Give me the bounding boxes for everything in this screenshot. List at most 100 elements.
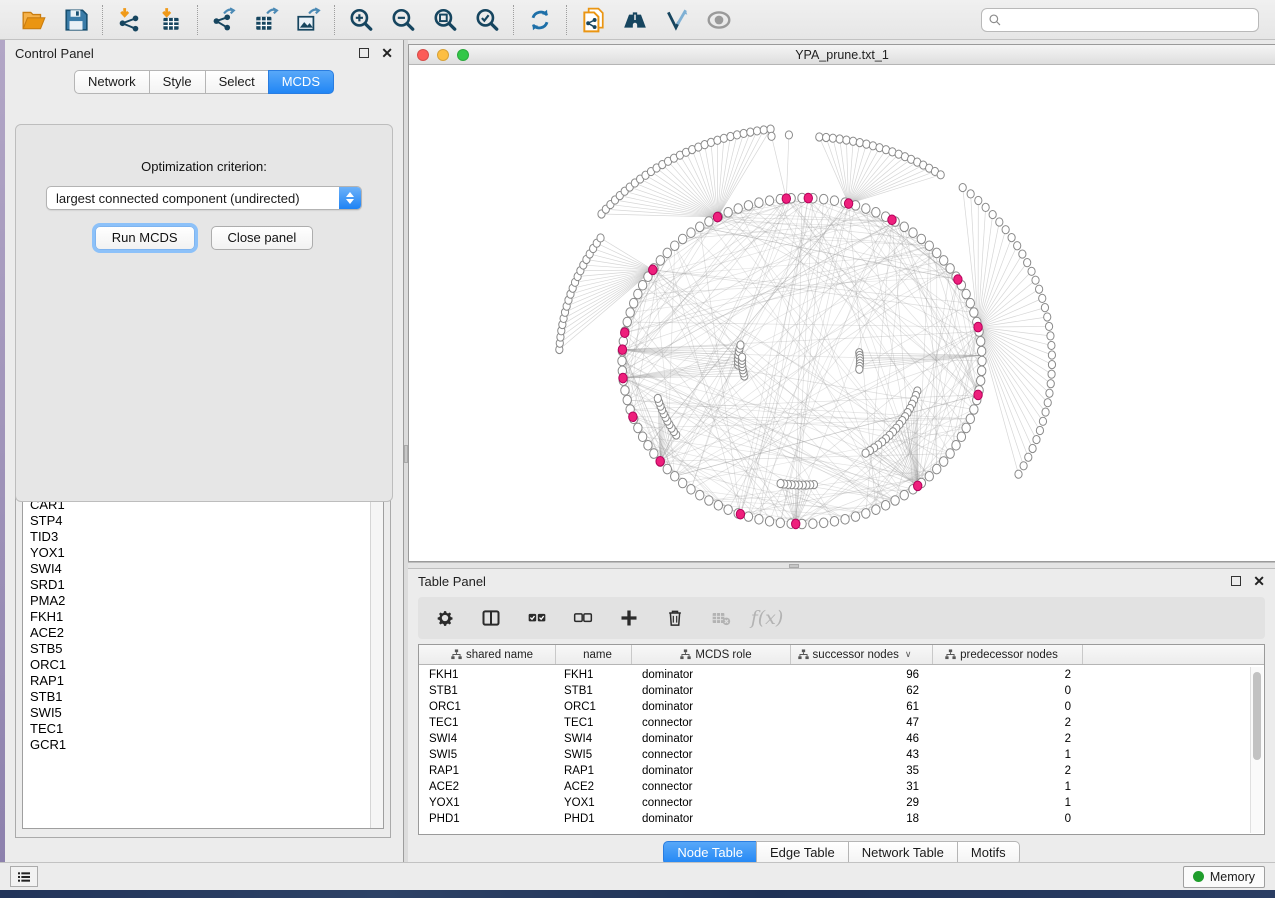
graph-node[interactable]: [696, 490, 704, 500]
scrollbar-thumb[interactable]: [1253, 672, 1261, 760]
float-panel-icon[interactable]: [359, 48, 369, 58]
mcds-result-list[interactable]: PHD1CAR1STP4TID3YOX1SWI4SRD1PMA2FKH1ACE2…: [23, 478, 370, 828]
import-network-icon[interactable]: [115, 6, 143, 34]
graph-node[interactable]: [809, 519, 817, 529]
graph-node[interactable]: [830, 517, 838, 527]
mcds-result-item[interactable]: PMA2: [30, 593, 370, 609]
table-row[interactable]: FKH1FKH1dominator962: [419, 667, 1264, 683]
mcds-result-item[interactable]: TID3: [30, 529, 370, 545]
open-session-icon[interactable]: [20, 6, 48, 34]
splitter-grip[interactable]: [404, 445, 408, 463]
graph-node[interactable]: [618, 356, 626, 366]
graph-node[interactable]: [634, 289, 642, 299]
mcds-result-item[interactable]: STB5: [30, 641, 370, 657]
graph-node[interactable]: [966, 414, 974, 424]
search-network-icon[interactable]: [621, 6, 649, 34]
graph-node[interactable]: [705, 217, 713, 227]
tab-style[interactable]: Style: [149, 70, 206, 94]
graph-node[interactable]: [739, 353, 746, 361]
graph-node[interactable]: [621, 386, 629, 396]
graph-node[interactable]: [1036, 426, 1043, 434]
graph-node[interactable]: [1044, 399, 1051, 407]
graph-node[interactable]: [957, 432, 965, 442]
graph-node[interactable]: [862, 509, 870, 519]
graph-node[interactable]: [638, 280, 646, 290]
mcds-result-item[interactable]: SRD1: [30, 577, 370, 593]
graph-node[interactable]: [836, 135, 843, 143]
graph-node[interactable]: [720, 134, 727, 142]
graph-node[interactable]: [862, 449, 869, 457]
graph-node[interactable]: [755, 514, 763, 524]
graph-node[interactable]: [654, 394, 661, 402]
graph-node[interactable]: [850, 137, 857, 145]
graph-node[interactable]: [638, 432, 646, 442]
graph-node[interactable]: [843, 136, 850, 144]
table-row[interactable]: PHD1PHD1dominator180: [419, 811, 1264, 827]
graph-node[interactable]: [900, 490, 908, 500]
export-table-icon[interactable]: [252, 6, 280, 34]
graph-node[interactable]: [970, 308, 978, 318]
graph-node[interactable]: [687, 485, 695, 495]
close-table-panel-icon[interactable]: ✕: [1253, 576, 1265, 586]
graph-hub-node[interactable]: [713, 212, 721, 222]
table-settings-gear-icon[interactable]: [434, 607, 456, 629]
run-mcds-button[interactable]: Run MCDS: [95, 226, 195, 250]
mcds-result-item[interactable]: STP4: [30, 513, 370, 529]
graph-node[interactable]: [1020, 462, 1027, 470]
graph-node[interactable]: [1036, 285, 1043, 293]
traffic-light-minimize[interactable]: [437, 49, 449, 61]
traffic-light-close[interactable]: [417, 49, 429, 61]
graph-node[interactable]: [744, 201, 752, 211]
graph-node[interactable]: [881, 501, 889, 511]
task-history-icon[interactable]: [10, 866, 38, 887]
table-row[interactable]: ACE2ACE2connector311: [419, 779, 1264, 795]
graph-node[interactable]: [1008, 233, 1015, 241]
vizmapper-icon[interactable]: [663, 6, 691, 34]
graph-node[interactable]: [925, 471, 933, 481]
graph-node[interactable]: [962, 423, 970, 433]
graph-node[interactable]: [678, 234, 686, 244]
graph-node[interactable]: [1015, 470, 1022, 478]
table-row[interactable]: RAP1RAP1dominator352: [419, 763, 1264, 779]
graph-node[interactable]: [727, 132, 734, 140]
graph-node[interactable]: [626, 308, 634, 318]
graph-node[interactable]: [663, 464, 671, 474]
graph-node[interactable]: [939, 457, 947, 467]
import-table-icon[interactable]: [157, 6, 185, 34]
tab-select[interactable]: Select: [205, 70, 269, 94]
graph-node[interactable]: [851, 512, 859, 522]
column-header-MCDS-role[interactable]: MCDS role: [632, 645, 791, 664]
graph-node[interactable]: [917, 234, 925, 244]
close-panel-button[interactable]: Close panel: [211, 226, 314, 250]
graph-node[interactable]: [966, 298, 974, 308]
column-header-predecessor-nodes[interactable]: predecessor nodes: [933, 645, 1083, 664]
graph-hub-node[interactable]: [649, 265, 657, 275]
graph-node[interactable]: [1048, 370, 1055, 378]
graph-node[interactable]: [1048, 360, 1055, 368]
graph-node[interactable]: [1029, 444, 1036, 452]
graph-node[interactable]: [970, 405, 978, 415]
graph-node[interactable]: [996, 218, 1003, 226]
graph-node[interactable]: [765, 517, 773, 527]
graph-node[interactable]: [819, 194, 827, 204]
zoom-out-icon[interactable]: [389, 6, 417, 34]
graph-node[interactable]: [733, 131, 740, 139]
graph-node[interactable]: [1044, 313, 1051, 321]
delete-column-icon[interactable]: [664, 607, 686, 629]
graph-hub-node[interactable]: [888, 215, 896, 225]
graph-node[interactable]: [959, 183, 966, 191]
graph-node[interactable]: [952, 441, 960, 451]
graph-node[interactable]: [977, 366, 985, 376]
graph-node[interactable]: [976, 376, 984, 386]
graph-node[interactable]: [1041, 304, 1048, 312]
graph-hub-node[interactable]: [618, 345, 626, 355]
graph-hub-node[interactable]: [844, 199, 852, 209]
apply-layout-icon[interactable]: [526, 6, 554, 34]
graph-hub-node[interactable]: [974, 390, 982, 400]
column-header-successor-nodes[interactable]: successor nodes∨: [791, 645, 933, 664]
graph-node[interactable]: [872, 505, 880, 515]
graph-node[interactable]: [1046, 389, 1053, 397]
new-network-from-selection-icon[interactable]: [579, 6, 607, 34]
deselect-all-columns-icon[interactable]: [572, 607, 594, 629]
graph-node[interactable]: [830, 196, 838, 206]
